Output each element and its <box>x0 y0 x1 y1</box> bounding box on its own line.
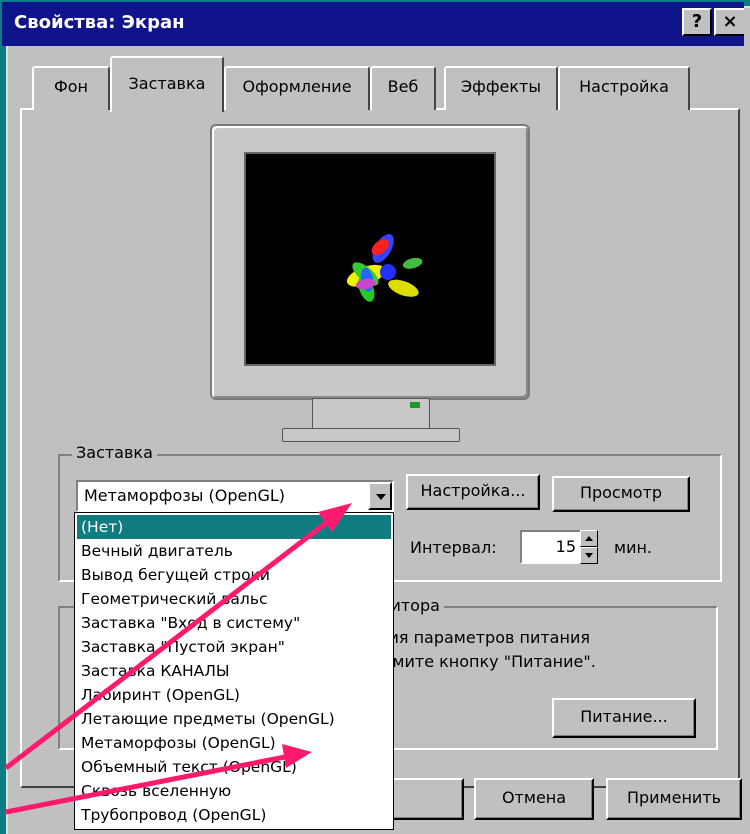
power-description-line2: жмите кнопку "Питание". <box>378 652 596 671</box>
metamorphosis-figure-icon <box>346 233 423 302</box>
dropdown-option[interactable]: Трубопровод (OpenGL) <box>77 803 391 827</box>
tab-background[interactable]: Фон <box>32 66 110 110</box>
dropdown-arrow-button[interactable] <box>368 482 392 510</box>
screensaver-selected-value: Метаморфозы (OpenGL) <box>84 486 286 505</box>
preview-screen <box>244 152 496 366</box>
tab-effects[interactable]: Эффекты <box>444 66 558 110</box>
dropdown-option[interactable]: Объемный текст (OpenGL) <box>77 755 391 779</box>
chevron-down-icon <box>585 553 593 558</box>
dropdown-option[interactable]: Заставка "Вход в систему" <box>77 611 391 635</box>
power-description-line1: ния параметров питания <box>378 628 590 647</box>
screensaver-group-label: Заставка <box>72 443 157 462</box>
dropdown-option[interactable]: Сквозь вселенную <box>77 779 391 803</box>
dropdown-option[interactable]: Метаморфозы (OpenGL) <box>77 731 391 755</box>
dropdown-option[interactable]: Вечный двигатель <box>77 539 391 563</box>
dropdown-option[interactable]: Заставка КАНАЛЫ <box>77 659 391 683</box>
dropdown-option[interactable]: Лабиринт (OpenGL) <box>77 683 391 707</box>
help-button[interactable]: ? <box>682 8 712 36</box>
interval-unit: мин. <box>614 538 653 557</box>
dropdown-option[interactable]: Геометрический вальс <box>77 587 391 611</box>
tab-web[interactable]: Веб <box>370 66 436 110</box>
preview-button[interactable]: Просмотр <box>552 476 690 512</box>
dropdown-option[interactable]: (Нет) <box>77 515 391 539</box>
screensaver-dropdown-list[interactable]: (Нет) Вечный двигатель Вывод бегущей строк… <box>74 512 394 830</box>
interval-label: Интервал: <box>410 538 497 557</box>
close-button[interactable]: × <box>714 8 744 36</box>
dropdown-option[interactable]: Вывод бегущей строки <box>77 563 391 587</box>
power-button[interactable]: Питание... <box>552 698 696 738</box>
tab-settings[interactable]: Настройка <box>558 66 690 110</box>
cancel-button[interactable]: Отмена <box>474 778 594 820</box>
chevron-down-icon <box>376 494 386 500</box>
interval-up-button[interactable] <box>580 530 598 547</box>
screensaver-select[interactable]: Метаморфозы (OpenGL) <box>76 480 394 512</box>
interval-input[interactable]: 15 <box>520 530 582 564</box>
chevron-up-icon <box>585 536 593 541</box>
power-led-icon <box>410 402 420 408</box>
window-title: Свойства: Экран <box>14 12 185 33</box>
interval-down-button[interactable] <box>580 547 598 564</box>
monitor-base <box>282 428 460 442</box>
screensaver-settings-button[interactable]: Настройка... <box>406 474 540 510</box>
dropdown-option[interactable]: Заставка "Пустой экран" <box>77 635 391 659</box>
apply-button[interactable]: Применить <box>606 778 742 820</box>
tab-appearance[interactable]: Оформление <box>224 66 370 110</box>
dropdown-option[interactable]: Летающие предметы (OpenGL) <box>77 707 391 731</box>
tab-screensaver[interactable]: Заставка <box>110 56 224 112</box>
